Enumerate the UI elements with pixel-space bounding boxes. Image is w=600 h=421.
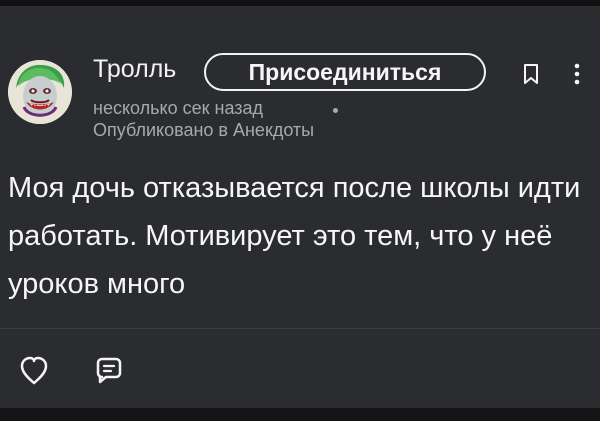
comment-icon: [96, 357, 122, 384]
post-card: Тролль Присоединиться несколько сек наза…: [0, 6, 600, 408]
more-options-button[interactable]: [572, 62, 582, 86]
post-time: несколько сек назад: [93, 98, 264, 118]
avatar[interactable]: [8, 60, 72, 124]
bottom-strip: [0, 408, 600, 421]
heart-icon: [20, 356, 48, 385]
comment-button[interactable]: [93, 355, 125, 387]
bookmark-icon: [524, 64, 538, 84]
join-button[interactable]: Присоединиться: [204, 53, 486, 91]
separator-dot: [333, 108, 338, 113]
like-button[interactable]: [18, 355, 50, 387]
author-name[interactable]: Тролль: [93, 54, 176, 84]
more-vertical-icon: [574, 63, 580, 85]
community-link[interactable]: Опубликовано в Анекдоты: [93, 119, 314, 141]
post-divider: [0, 328, 600, 329]
bookmark-button[interactable]: [522, 63, 540, 85]
post-body: Моя дочь отказывается после школы идти р…: [8, 172, 581, 300]
joker-avatar-icon: [8, 60, 72, 124]
